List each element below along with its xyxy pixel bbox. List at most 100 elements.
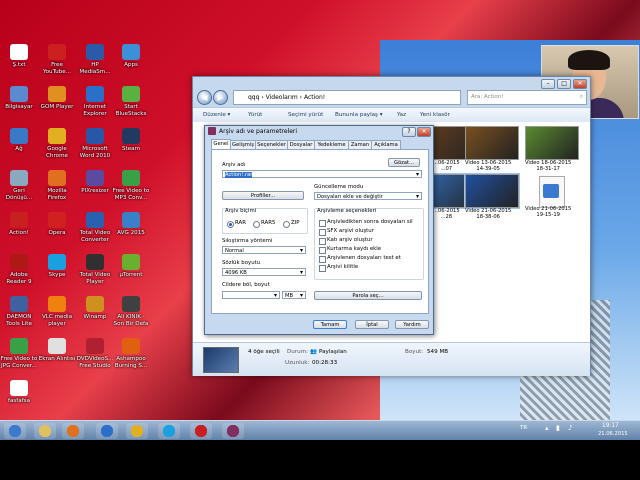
desktop-icon[interactable]: Ali KINIK - Son Bir Defa — [112, 296, 150, 327]
help-button[interactable]: Yardım — [395, 320, 429, 329]
desktop-icon[interactable]: HP MediaSm... — [76, 44, 114, 75]
desktop-icon[interactable]: Start BlueStacks — [112, 86, 150, 117]
ok-button[interactable]: Tamam — [313, 320, 347, 329]
option-test-checkbox[interactable] — [319, 256, 326, 263]
profiles-button[interactable]: Profiller... — [222, 191, 304, 200]
desktop-icon[interactable]: Ekran Alıntısı — [38, 338, 76, 363]
skype-icon[interactable] — [158, 423, 180, 439]
chrome-icon[interactable] — [126, 423, 148, 439]
format-zip-radio[interactable] — [283, 221, 290, 228]
desktop-icon[interactable]: Google Chrome — [38, 128, 76, 159]
close-button[interactable]: ✕ — [573, 79, 587, 89]
desktop-icon[interactable]: Free YouTube... — [38, 44, 76, 75]
desktop-icon[interactable]: Winamp — [76, 296, 114, 321]
desktop-icon[interactable]: GOM Player — [38, 86, 76, 111]
back-icon[interactable]: ◀ — [197, 90, 212, 105]
winrar-icon[interactable] — [222, 423, 244, 439]
file-thumbnail[interactable]: Video 18-06-2015 18-31-17 — [525, 126, 579, 172]
option-lock-checkbox[interactable] — [319, 265, 326, 272]
action-recorder-icon[interactable] — [190, 423, 212, 439]
language-indicator[interactable]: TR — [520, 425, 527, 431]
clock-date[interactable]: 21.06.2015 — [598, 431, 628, 437]
desktop-icon[interactable]: DVDVideoS... Free Studio — [76, 338, 114, 369]
desktop-icon[interactable]: Mozilla Firefox — [38, 170, 76, 201]
desktop-icon[interactable]: Skype — [38, 254, 76, 279]
desktop-icon[interactable]: Ashampoo Burning S... — [112, 338, 150, 369]
desktop-icon[interactable]: Apps — [112, 44, 150, 69]
windows-start-icon[interactable] — [4, 423, 26, 439]
desktop-icon[interactable]: Adobe Reader 9 — [0, 254, 38, 285]
format-rar-radio[interactable] — [227, 221, 234, 228]
archive-name-input[interactable]: Action!.rar — [222, 170, 422, 179]
browse-button[interactable]: Gözat... — [388, 158, 420, 167]
desktop-icon[interactable]: µTorrent — [112, 254, 150, 279]
desktop-icon[interactable]: Steam — [112, 128, 150, 153]
help-icon[interactable]: ? — [402, 127, 416, 137]
desktop-icon-label: DAEMON Tools Lite — [6, 314, 32, 327]
tray-arrow-icon[interactable]: ▴ — [545, 424, 549, 432]
forward-icon[interactable]: ▶ — [213, 90, 228, 105]
media-player-icon[interactable] — [62, 423, 84, 439]
minimize-button[interactable]: – — [541, 79, 556, 89]
option-delete-checkbox[interactable] — [319, 220, 326, 227]
internet-explorer-icon — [86, 86, 104, 102]
desktop-icon-label: Free Video to JPG Conver... — [0, 356, 38, 369]
desktop-icon[interactable]: Free Video to JPG Conver... — [0, 338, 38, 369]
desktop-icon[interactable]: VLC media player — [38, 296, 76, 327]
desktop-icon[interactable]: Free Video to MP3 Conv... — [112, 170, 150, 201]
search-input[interactable]: Ara: Action! ⌕ — [467, 90, 587, 105]
maximize-button[interactable]: □ — [557, 79, 572, 89]
desktop-icon[interactable]: Microsoft Word 2010 — [76, 128, 114, 159]
folder-icon[interactable] — [34, 423, 56, 439]
toolbar-organize[interactable]: Düzenle ▾ — [203, 108, 230, 122]
selection-thumbnail — [203, 347, 239, 373]
address-bar[interactable]: qqq › Videolarım › Action! — [233, 90, 461, 105]
compression-select[interactable]: Normal — [222, 246, 306, 255]
desktop-icon-label: Ali KINIK - Son Bir Defa — [113, 314, 149, 327]
cancel-button[interactable]: İptal — [355, 320, 389, 329]
desktop-icon-label: µTorrent — [119, 272, 143, 278]
toolbar-share-with[interactable]: Bununla paylaş ▾ — [335, 108, 383, 122]
clock-time[interactable]: 19:17 — [602, 423, 619, 429]
desktop-icon[interactable]: fasfafsa — [0, 380, 38, 405]
network-tray-icon[interactable]: ▮ — [556, 424, 560, 432]
split-size-input[interactable] — [222, 291, 280, 300]
option-solid-checkbox[interactable] — [319, 238, 326, 245]
toolbar-burn[interactable]: Yaz — [397, 108, 406, 122]
desktop-icon[interactable]: Action! — [0, 212, 38, 237]
format-rar5-radio[interactable] — [253, 221, 260, 228]
file-thumbnail[interactable]: Video 21-06-2015 18-38-06 — [464, 173, 520, 220]
winrar-icon — [208, 127, 216, 135]
toolbar-new-folder[interactable]: Yeni klasör — [420, 108, 450, 122]
desktop-icon[interactable]: DAEMON Tools Lite — [0, 296, 38, 327]
size-value: 549 MB — [427, 349, 449, 355]
file-thumbnail[interactable]: Video 21-06-2015 19-15-19 — [525, 174, 579, 218]
desktop-icon[interactable]: Bilgisayar — [0, 86, 38, 111]
size-key: Boyut: — [405, 349, 424, 355]
option-recovery-checkbox[interactable] — [319, 247, 326, 254]
desktop-icon[interactable]: Internet Explorer — [76, 86, 114, 117]
toolbar-play-selection[interactable]: Seçimi yürüt — [288, 108, 323, 122]
video-thumbnail-image — [465, 126, 519, 160]
split-unit-select[interactable]: MB — [282, 291, 306, 300]
option-sfx-checkbox[interactable] — [319, 229, 326, 236]
archiving-options-label: Arşivleme seçenekleri — [317, 208, 377, 214]
volume-tray-icon[interactable]: ♪ — [568, 424, 572, 432]
desktop-icon[interactable]: PIXresizer — [76, 170, 114, 195]
toolbar-play[interactable]: Yürüt — [248, 108, 262, 122]
computer-icon — [10, 86, 28, 102]
split-label: Cildere böl, boyut — [222, 282, 270, 288]
desktop-icon[interactable]: Geri Dönüşü... — [0, 170, 38, 201]
internet-explorer-icon[interactable] — [96, 423, 118, 439]
file-thumbnail[interactable]: Video 13-06-2015 14-39-05 — [465, 126, 519, 172]
desktop-icon[interactable]: Total Video Player — [76, 254, 114, 285]
desktop-icon[interactable]: Ş.txt — [0, 44, 38, 69]
update-mode-select[interactable]: Dosyaları ekle ve değiştir — [314, 192, 422, 201]
desktop-icon[interactable]: Ağ — [0, 128, 38, 153]
desktop-icon[interactable]: Opera — [38, 212, 76, 237]
set-password-button[interactable]: Parola seç... — [314, 291, 422, 300]
desktop-icon[interactable]: Total Video Converter — [76, 212, 114, 243]
dictionary-select[interactable]: 4096 KB — [222, 268, 306, 277]
dialog-close-button[interactable]: ✕ — [417, 127, 431, 137]
desktop-icon[interactable]: AVG 2015 — [112, 212, 150, 237]
